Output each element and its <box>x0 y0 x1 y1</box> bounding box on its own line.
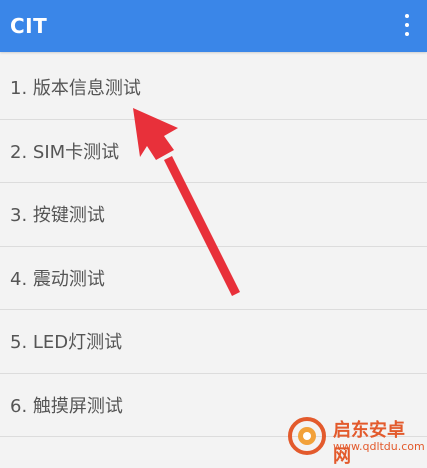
list-item-label: 6. 触摸屏测试 <box>10 395 123 417</box>
more-vert-icon[interactable] <box>399 12 415 38</box>
watermark: 启东安卓网 www.qdltdu.com <box>281 414 425 467</box>
app-bar: CIT <box>0 0 427 52</box>
list-item-led[interactable]: 5. LED灯测试 <box>0 310 427 374</box>
menu-dot <box>405 14 409 18</box>
list-item-vibration[interactable]: 4. 震动测试 <box>0 247 427 310</box>
watermark-url: www.qdltdu.com <box>333 440 425 453</box>
list-item-label: 4. 震动测试 <box>10 268 105 290</box>
app-title: CIT <box>10 14 48 38</box>
menu-dot <box>405 23 409 27</box>
list-item-version-info[interactable]: 1. 版本信息测试 <box>0 56 427 120</box>
list-item-label: 5. LED灯测试 <box>10 332 123 354</box>
list-item-label: 2. SIM卡测试 <box>10 141 120 163</box>
list-item-label: 1. 版本信息测试 <box>10 78 141 100</box>
test-list: 1. 版本信息测试 2. SIM卡测试 3. 按键测试 4. 震动测试 5. L… <box>0 56 427 437</box>
menu-dot <box>405 32 409 36</box>
list-item-keys[interactable]: 3. 按键测试 <box>0 183 427 247</box>
list-item-label: 3. 按键测试 <box>10 205 105 227</box>
list-item-sim-card[interactable]: 2. SIM卡测试 <box>0 120 427 183</box>
watermark-logo-icon <box>288 417 326 455</box>
